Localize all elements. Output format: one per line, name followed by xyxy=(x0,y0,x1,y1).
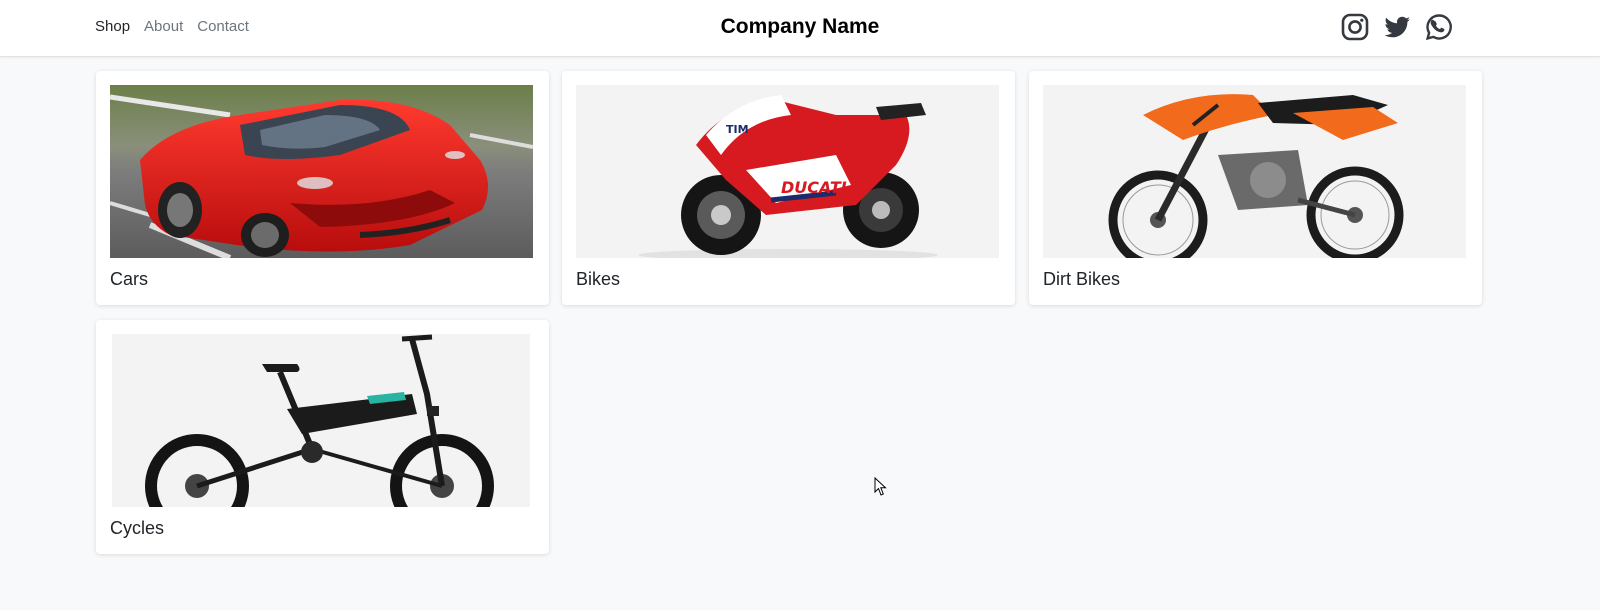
category-title-cars: Cars xyxy=(110,269,149,289)
mouse-cursor-icon xyxy=(874,477,887,496)
category-title-dirt-bikes: Dirt Bikes xyxy=(1043,269,1121,289)
cars-image[interactable] xyxy=(110,85,533,258)
svg-text:DUCATI: DUCATI xyxy=(781,178,847,197)
category-card-cars[interactable]: Cars xyxy=(96,71,549,305)
category-card-cycles[interactable]: Cycles xyxy=(96,320,549,554)
category-card-dirt-bikes[interactable]: Dirt Bikes xyxy=(1029,71,1482,305)
whatsapp-icon[interactable] xyxy=(1424,12,1454,42)
bikes-image[interactable]: DUCATI TIM xyxy=(576,85,999,258)
social-links xyxy=(1340,12,1454,42)
category-card-bikes[interactable]: DUCATI TIM Bikes xyxy=(562,71,1015,305)
instagram-icon[interactable] xyxy=(1340,12,1370,42)
twitter-icon[interactable] xyxy=(1382,12,1412,42)
category-title-cycles: Cycles xyxy=(110,518,165,538)
category-title-bikes: Bikes xyxy=(576,269,621,289)
dirt-bikes-image[interactable] xyxy=(1043,85,1466,258)
cycles-image[interactable] xyxy=(112,334,530,507)
svg-text:TIM: TIM xyxy=(726,123,749,136)
navbar: Shop About Contact Company Name xyxy=(0,0,1600,57)
